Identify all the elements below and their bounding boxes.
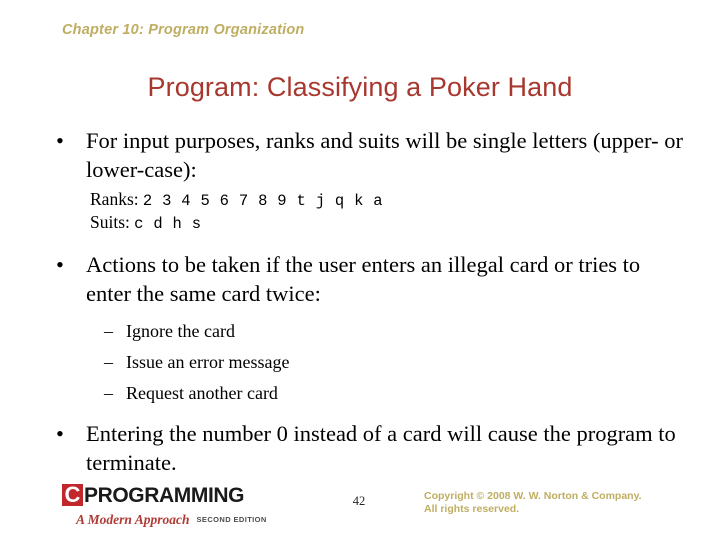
bullet-text: For input purposes, ranks and suits will… — [86, 128, 683, 182]
ranks-values: 2 3 4 5 6 7 8 9 t j q k a — [142, 192, 383, 210]
page-title: Program: Classifying a Poker Hand — [147, 72, 573, 102]
sub-bullet-text: Issue an error message — [126, 352, 290, 372]
sub-bullet-marker: – — [104, 383, 113, 403]
logo-subtitle-row: A Modern Approach SECOND EDITION — [76, 509, 282, 527]
logo-edition: SECOND EDITION — [196, 515, 267, 524]
suits-label: Suits: — [90, 212, 130, 232]
page-number: 42 — [352, 494, 366, 508]
code-block: Ranks: 2 3 4 5 6 7 8 9 t j q k a Suits: … — [48, 189, 684, 235]
sub-bullet-item: – Request another card — [104, 378, 684, 409]
sub-bullet-list: – Ignore the card – Issue an error messa… — [48, 316, 684, 409]
sub-bullet-item: – Ignore the card — [104, 316, 684, 347]
sub-bullet-marker: – — [104, 321, 113, 341]
bullet-text: Actions to be taken if the user enters a… — [86, 252, 641, 306]
code-line-ranks: Ranks: 2 3 4 5 6 7 8 9 t j q k a — [90, 189, 684, 212]
slide-body: • For input purposes, ranks and suits wi… — [48, 126, 684, 479]
copyright-line-1: Copyright © 2008 W. W. Norton & Company. — [424, 490, 642, 502]
code-line-suits: Suits: c d h s — [90, 212, 684, 235]
copyright-line-2: All rights reserved. — [424, 502, 520, 515]
logo-subtitle: A Modern Approach — [76, 512, 190, 527]
sub-bullet-text: Request another card — [126, 383, 278, 403]
bullet-item: • Entering the number 0 instead of a car… — [48, 419, 684, 477]
slide-footer: C PROGRAMMING A Modern Approach SECOND EDI… — [0, 484, 720, 540]
logo-wordmark-row: C PROGRAMMING — [62, 484, 282, 508]
sub-bullet-text: Ignore the card — [126, 321, 235, 341]
logo-wordmark: PROGRAMMING — [84, 484, 245, 507]
copyright-notice: Copyright © 2008 W. W. Norton & Company.… — [424, 490, 686, 515]
bullet-item: • Actions to be taken if the user enters… — [48, 250, 684, 308]
ranks-label: Ranks: — [90, 189, 139, 209]
suits-values: c d h s — [134, 215, 202, 233]
bullet-item: • For input purposes, ranks and suits wi… — [48, 126, 684, 184]
bullet-marker: • — [56, 421, 64, 446]
sub-bullet-marker: – — [104, 352, 113, 372]
sub-bullet-item: – Issue an error message — [104, 347, 684, 378]
bullet-text: Entering the number 0 instead of a card … — [86, 421, 676, 475]
bullet-marker: • — [56, 128, 64, 153]
book-logo: C PROGRAMMING A Modern Approach SECOND EDI… — [62, 484, 282, 530]
bullet-marker: • — [56, 252, 64, 277]
chapter-header: Chapter 10: Program Organization — [62, 22, 305, 38]
logo-c-badge-icon: C — [62, 484, 83, 506]
slide: Chapter 10: Program Organization Program… — [0, 0, 720, 540]
